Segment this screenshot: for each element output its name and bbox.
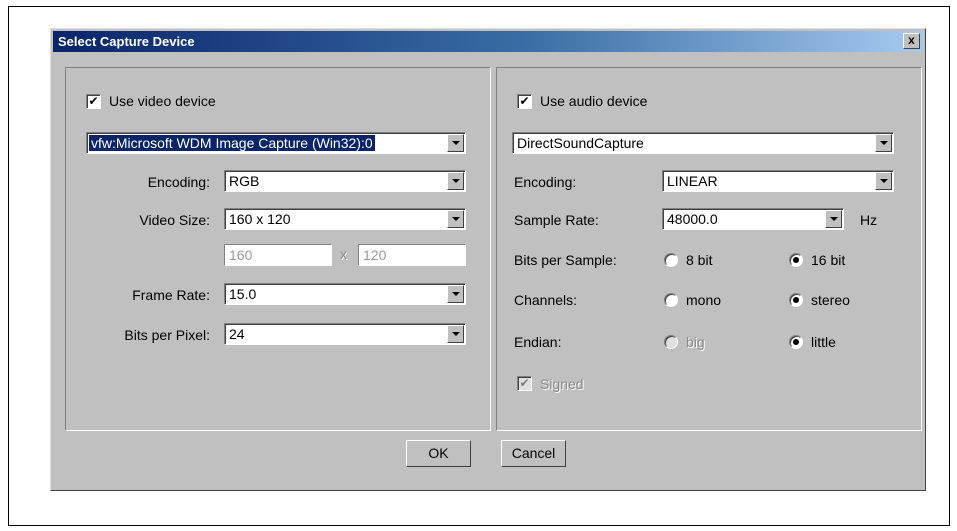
ok-button[interactable]: OK bbox=[406, 440, 471, 467]
use-video-label[interactable]: Use video device bbox=[109, 93, 216, 109]
cancel-button[interactable]: Cancel bbox=[501, 440, 566, 467]
bits-16-label[interactable]: 16 bit bbox=[811, 252, 845, 268]
video-size-value: 160 x 120 bbox=[229, 211, 291, 227]
endian-big-radio[interactable] bbox=[664, 335, 678, 349]
close-button[interactable]: x bbox=[903, 33, 920, 49]
signed-checkbox[interactable]: ✔ bbox=[517, 376, 532, 391]
bits-per-pixel-value: 24 bbox=[229, 326, 245, 342]
signed-label[interactable]: Signed bbox=[540, 376, 584, 392]
endian-big-label[interactable]: big bbox=[686, 334, 705, 350]
audio-device-value: DirectSoundCapture bbox=[517, 135, 644, 151]
frame-rate-value: 15.0 bbox=[229, 286, 257, 302]
channels-mono-label[interactable]: mono bbox=[686, 292, 721, 308]
size-x-separator: x bbox=[340, 246, 347, 262]
bits-per-pixel-label: Bits per Pixel: bbox=[124, 327, 210, 343]
chevron-down-icon[interactable] bbox=[447, 285, 464, 303]
chevron-down-icon[interactable] bbox=[875, 172, 892, 190]
channels-label: Channels: bbox=[514, 292, 578, 308]
video-encoding-select[interactable]: RGB bbox=[224, 170, 466, 192]
bits-per-sample-label: Bits per Sample: bbox=[514, 252, 617, 268]
frame-rate-select[interactable]: 15.0 bbox=[224, 283, 466, 305]
sample-rate-label: Sample Rate: bbox=[514, 212, 599, 228]
chevron-down-icon[interactable] bbox=[875, 134, 892, 152]
title-bar[interactable]: Select Capture Device x bbox=[53, 31, 923, 52]
sample-rate-select[interactable]: 48000.0 bbox=[662, 208, 844, 230]
use-audio-label[interactable]: Use audio device bbox=[540, 93, 647, 109]
sample-rate-value: 48000.0 bbox=[667, 211, 718, 227]
bits-8-label[interactable]: 8 bit bbox=[686, 252, 712, 268]
chevron-down-icon[interactable] bbox=[447, 210, 464, 228]
dialog-title: Select Capture Device bbox=[58, 34, 195, 49]
endian-label: Endian: bbox=[514, 334, 562, 350]
video-device-select[interactable]: vfw:Microsoft WDM Image Capture (Win32):… bbox=[86, 132, 466, 154]
channels-stereo-radio[interactable] bbox=[789, 293, 803, 307]
bits-8-radio[interactable] bbox=[664, 253, 678, 267]
use-video-checkbox[interactable]: ✔ bbox=[86, 94, 101, 109]
video-device-value: vfw:Microsoft WDM Image Capture (Win32):… bbox=[89, 135, 375, 151]
endian-little-label[interactable]: little bbox=[811, 334, 836, 350]
audio-panel: ✔ Use audio device DirectSoundCapture En… bbox=[496, 67, 922, 431]
chevron-down-icon[interactable] bbox=[447, 325, 464, 343]
video-encoding-label: Encoding: bbox=[147, 174, 210, 190]
audio-encoding-value: LINEAR bbox=[667, 173, 718, 189]
audio-encoding-select[interactable]: LINEAR bbox=[662, 170, 894, 192]
bits-per-pixel-select[interactable]: 24 bbox=[224, 323, 466, 345]
sample-rate-unit: Hz bbox=[860, 212, 878, 228]
audio-device-select[interactable]: DirectSoundCapture bbox=[512, 132, 894, 154]
video-panel: ✔ Use video device vfw:Microsoft WDM Ima… bbox=[65, 67, 491, 431]
video-height-field[interactable]: 120 bbox=[358, 244, 466, 266]
endian-little-radio[interactable] bbox=[789, 335, 803, 349]
select-capture-device-dialog: Select Capture Device x ✔ Use video devi… bbox=[50, 28, 926, 491]
channels-stereo-label[interactable]: stereo bbox=[811, 292, 850, 308]
audio-encoding-label: Encoding: bbox=[514, 174, 577, 190]
video-size-label: Video Size: bbox=[139, 212, 210, 228]
video-size-select[interactable]: 160 x 120 bbox=[224, 208, 466, 230]
use-audio-checkbox[interactable]: ✔ bbox=[517, 94, 532, 109]
bits-16-radio[interactable] bbox=[789, 253, 803, 267]
frame-rate-label: Frame Rate: bbox=[132, 287, 210, 303]
chevron-down-icon[interactable] bbox=[447, 134, 464, 152]
video-encoding-value: RGB bbox=[229, 173, 260, 189]
chevron-down-icon[interactable] bbox=[825, 210, 842, 228]
channels-mono-radio[interactable] bbox=[664, 293, 678, 307]
video-width-field[interactable]: 160 bbox=[224, 244, 332, 266]
chevron-down-icon[interactable] bbox=[447, 172, 464, 190]
